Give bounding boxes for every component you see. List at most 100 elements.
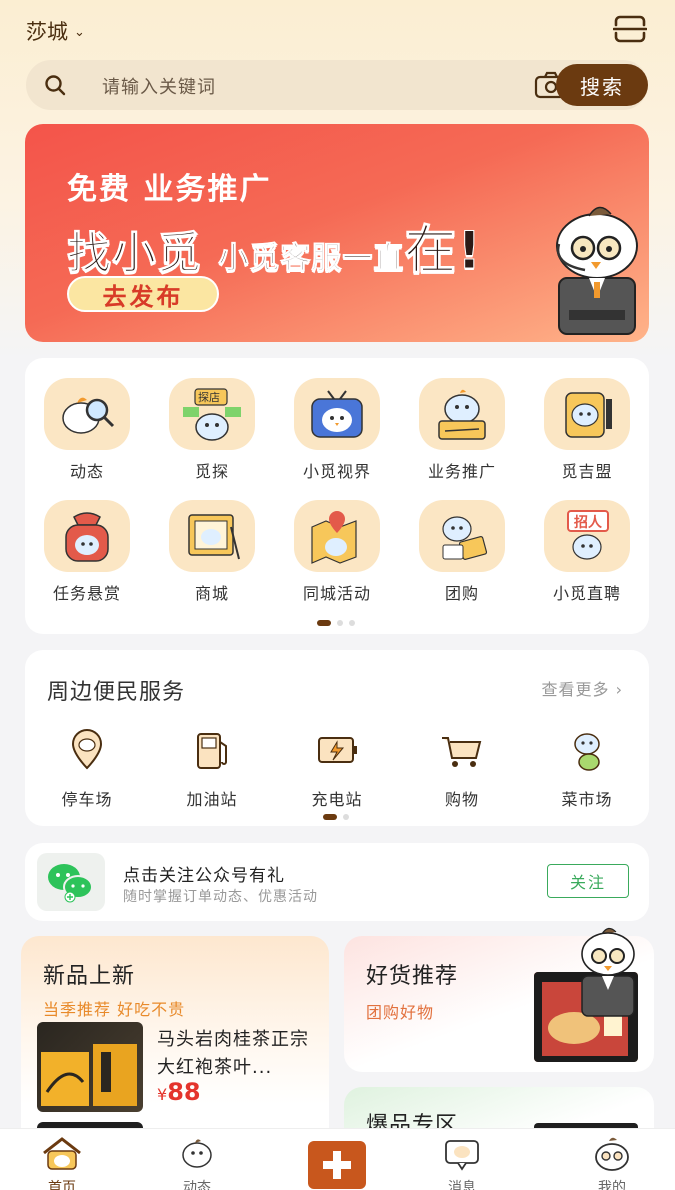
message-icon [445, 1140, 479, 1171]
market-icon [574, 733, 600, 771]
grid-item-reward[interactable]: 任务悬赏 [37, 500, 137, 604]
feature-grid: 动态 探店 觅探 小觅视界 业务推广 觅吉盟 任务悬赏 商城 同城活动 团购 招… [25, 358, 649, 634]
service-parking[interactable]: 停车场 [37, 728, 137, 810]
banner-slogan-a: 找小觅 [67, 228, 202, 280]
banner-headline: 免费 业务推广 [67, 172, 272, 207]
service-market[interactable]: 菜市场 [537, 728, 637, 810]
promo-banner[interactable]: 免费 业务推广 找小觅 小觅客服一直在! 去发布 [25, 124, 649, 342]
good-picks-subtitle: 团购好物 [366, 1003, 435, 1022]
charging-icon [318, 737, 357, 763]
pager-dot [343, 814, 349, 820]
service-label: 购物 [444, 790, 479, 809]
chevron-down-icon: ⌄ [74, 24, 85, 40]
pager-dot-active [323, 814, 337, 820]
wechat-subtitle: 随时掌握订单动态、优惠活动 [123, 889, 318, 905]
city-name: 莎城 [26, 20, 68, 44]
pager-dot [349, 620, 355, 626]
services-title: 周边便民服务 [47, 680, 186, 705]
plus-icon [323, 1151, 351, 1179]
store-explore-icon: 探店 [169, 378, 255, 450]
grid-item-city-event[interactable]: 同城活动 [287, 500, 387, 604]
grid-item-group-buy[interactable]: 团购 [412, 500, 512, 604]
service-label: 停车场 [61, 790, 113, 809]
grid-item-alliance[interactable]: 觅吉盟 [537, 378, 637, 482]
grid-item-recruit[interactable]: 招人 小觅直聘 [537, 500, 637, 604]
publish-plus-button[interactable] [308, 1141, 366, 1189]
grid-item-label: 觅吉盟 [561, 462, 613, 481]
magnifier-mascot-icon [44, 378, 130, 450]
grid-item-explore[interactable]: 探店 觅探 [162, 378, 262, 482]
city-selector[interactable]: 莎城 ⌄ [26, 16, 85, 46]
grid-item-label: 同城活动 [302, 584, 371, 603]
tab-label: 消息 [448, 1180, 476, 1190]
svg-text:招人: 招人 [574, 514, 603, 531]
good-picks-title: 好货推荐 [366, 964, 459, 989]
good-picks-card[interactable]: 好货推荐 团购好物 [344, 927, 654, 1072]
group-buy-icon [419, 500, 505, 572]
price-value: 88 [167, 1078, 201, 1106]
tab-feed[interactable]: 动态 [147, 1129, 247, 1190]
shop-board-icon [169, 500, 255, 572]
mascot-cs-icon [556, 206, 638, 335]
grid-item-label: 动态 [69, 462, 104, 481]
grid-item-label: 商城 [194, 584, 229, 603]
pager-dot-active [317, 620, 331, 626]
tv-mascot-icon [294, 378, 380, 450]
profile-icon [595, 1137, 629, 1171]
search-icon [45, 75, 66, 96]
wechat-title: 点击关注公众号有礼 [123, 866, 285, 886]
product-price: ¥88 [157, 1078, 201, 1106]
grid-pager [317, 620, 355, 626]
recruit-icon: 招人 [544, 500, 630, 572]
tab-home[interactable]: 首页 [12, 1129, 112, 1190]
parking-icon [71, 728, 103, 770]
tab-profile[interactable]: 我的 [562, 1129, 662, 1190]
price-symbol: ¥ [157, 1085, 168, 1104]
grid-item-label: 任务悬赏 [52, 584, 121, 603]
tab-label: 动态 [183, 1180, 211, 1190]
see-more-link[interactable]: 查看更多 › [541, 676, 623, 700]
grid-item-label: 觅探 [194, 462, 229, 481]
grid-item-label: 小觅视界 [302, 462, 371, 481]
grid-item-dynamic[interactable]: 动态 [37, 378, 137, 482]
svg-text:探店: 探店 [198, 390, 220, 404]
banner-slogan: 找小觅 小觅客服一直在! [67, 208, 482, 283]
scan-icon[interactable] [613, 15, 647, 43]
services-pager [323, 814, 349, 820]
grid-item-label: 团购 [444, 584, 479, 603]
service-label: 加油站 [186, 790, 238, 809]
new-arrivals-subtitle: 当季推荐 好吃不贵 [43, 1000, 186, 1019]
wechat-icon [37, 853, 105, 911]
tab-messages[interactable]: 消息 [412, 1129, 512, 1190]
search-button[interactable]: 搜索 [556, 64, 648, 106]
follow-button[interactable]: 关注 [547, 864, 629, 898]
tab-label: 我的 [598, 1180, 626, 1190]
see-more-label: 查看更多 [541, 680, 610, 699]
search-input[interactable]: 请输入关键词 [102, 73, 216, 99]
promote-mascot-icon [419, 378, 505, 450]
gas-station-icon [197, 733, 227, 769]
grid-item-vision[interactable]: 小觅视界 [287, 378, 387, 482]
search-bar[interactable]: 请输入关键词 搜索 [26, 60, 648, 110]
pager-dot [337, 620, 343, 626]
tab-label: 首页 [48, 1180, 76, 1190]
wechat-follow-card[interactable]: 点击关注公众号有礼 随时掌握订单动态、优惠活动 关注 [25, 843, 649, 921]
banner-slogan-b: 小觅客服一直 [218, 241, 405, 277]
alliance-mascot-icon [544, 378, 630, 450]
banner-slogan-c: 在! [404, 221, 483, 282]
service-label: 菜市场 [561, 790, 613, 809]
feed-icon [182, 1139, 212, 1168]
grid-item-label: 小觅直聘 [552, 584, 621, 603]
nearby-services-card: 周边便民服务 查看更多 › 停车场 加油站 充电站 购物 菜市场 [25, 650, 649, 826]
service-label: 充电站 [311, 790, 363, 809]
mascot-peek-icon [581, 927, 635, 1017]
grid-item-promote[interactable]: 业务推广 [412, 378, 512, 482]
service-charging[interactable]: 充电站 [287, 728, 387, 810]
publish-button[interactable]: 去发布 [67, 276, 219, 312]
service-gas-station[interactable]: 加油站 [162, 728, 262, 810]
product-image[interactable] [37, 1022, 143, 1112]
grid-item-label: 业务推广 [427, 462, 496, 481]
grid-item-shop[interactable]: 商城 [162, 500, 262, 604]
reward-bag-icon [44, 500, 130, 572]
service-shopping[interactable]: 购物 [412, 728, 512, 810]
